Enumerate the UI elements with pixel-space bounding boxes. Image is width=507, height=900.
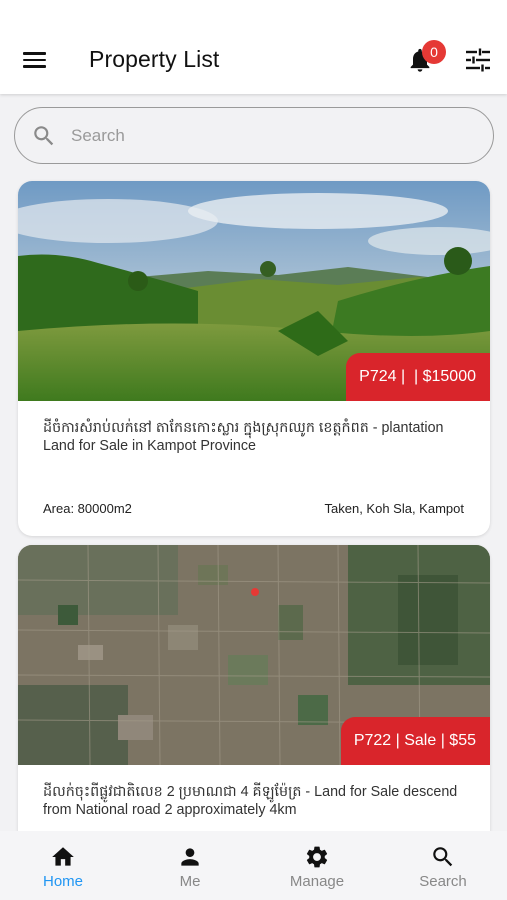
listing-title: ដីចំការសំរាប់លក់នៅ តាកែនកោះស្លារ ក្នុងស្… (43, 420, 444, 454)
search-icon (433, 847, 453, 867)
page-title: Property List (89, 46, 220, 72)
search-input[interactable] (71, 118, 471, 154)
nav-home[interactable]: Home (0, 831, 126, 900)
notification-badge: 0 (422, 40, 446, 64)
price-tag: P722 | Sale | $55 (340, 717, 490, 765)
home-icon (52, 847, 74, 866)
bottom-navigation: Home Me Manage Search (0, 831, 507, 900)
property-card[interactable]: P724 | | $15000 ដីចំការសំរាប់លក់នៅ តាកែន… (18, 181, 490, 536)
person-icon (181, 848, 199, 866)
search-bar[interactable] (14, 107, 494, 164)
listing-area: Area: 80000m2 (43, 501, 132, 516)
price-tag: P724 | | $15000 (346, 353, 490, 401)
nav-manage-label: Manage (289, 873, 345, 890)
property-card[interactable]: P722 | Sale | $55 ដីលក់ចុះពីផ្លូវជាតិលេខ… (18, 545, 490, 845)
nav-search[interactable]: Search (380, 831, 506, 900)
app-header: Property List 0 (0, 0, 507, 94)
nav-me-label: Me (179, 873, 201, 890)
listing-title: ដីលក់ចុះពីផ្លូវជាតិលេខ 2 ប្រមាណជា 4 គីឡូ… (43, 784, 458, 818)
listing-location: Taken, Koh Sla, Kampot (324, 501, 464, 516)
nav-search-label: Search (419, 873, 467, 890)
search-icon (34, 126, 54, 146)
nav-me[interactable]: Me (127, 831, 253, 900)
nav-manage[interactable]: Manage (254, 831, 380, 900)
nav-home-label: Home (42, 873, 83, 890)
gear-icon (306, 846, 328, 868)
menu-icon[interactable] (23, 50, 47, 70)
filter-icon[interactable] (465, 48, 491, 72)
